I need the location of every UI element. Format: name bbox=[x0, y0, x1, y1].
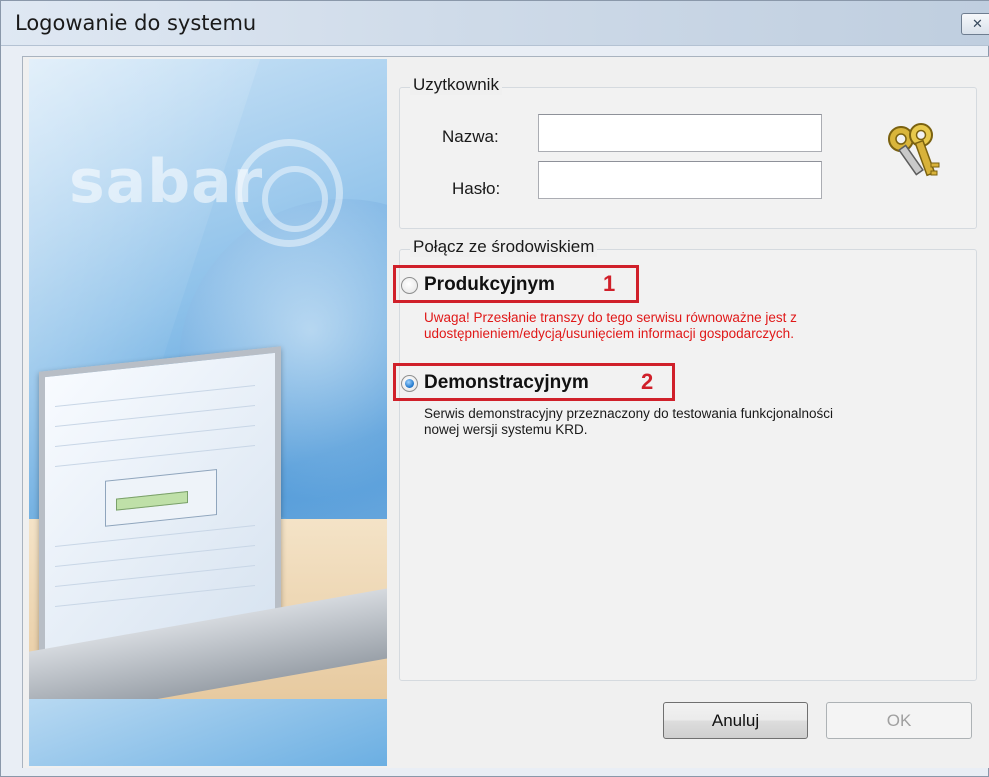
close-button[interactable]: ✕ bbox=[961, 13, 989, 35]
close-icon: ✕ bbox=[972, 16, 983, 31]
ok-button[interactable]: OK bbox=[826, 702, 972, 739]
production-warning-text: Uwaga! Przesłanie transzy do tego serwis… bbox=[424, 310, 797, 341]
step-marker-1: 1 bbox=[603, 271, 616, 296]
password-label: Hasło: bbox=[452, 179, 501, 198]
keys-icon bbox=[888, 123, 940, 177]
cancel-button[interactable]: Anuluj bbox=[663, 702, 808, 739]
branding-image: sabar bbox=[29, 59, 387, 766]
name-input[interactable] bbox=[538, 114, 822, 152]
step-marker-2: 2 bbox=[641, 369, 654, 394]
password-input[interactable] bbox=[538, 161, 822, 199]
brand-logo-icon bbox=[235, 139, 343, 247]
title-bar[interactable]: Logowanie do systemu ✕ bbox=[1, 1, 989, 46]
name-label: Nazwa: bbox=[442, 127, 499, 146]
highlight-box-2 bbox=[393, 363, 675, 401]
brand-logo-text: sabar bbox=[69, 147, 264, 217]
user-group-label: Uzytkownik bbox=[410, 75, 502, 95]
environment-group-label: Połącz ze środowiskiem bbox=[410, 237, 598, 257]
login-dialog: Logowanie do systemu ✕ sabar Uzytkownik … bbox=[0, 0, 989, 777]
window-title: Logowanie do systemu bbox=[15, 11, 257, 35]
demo-description-text: Serwis demonstracyjny przeznaczony do te… bbox=[424, 406, 833, 437]
